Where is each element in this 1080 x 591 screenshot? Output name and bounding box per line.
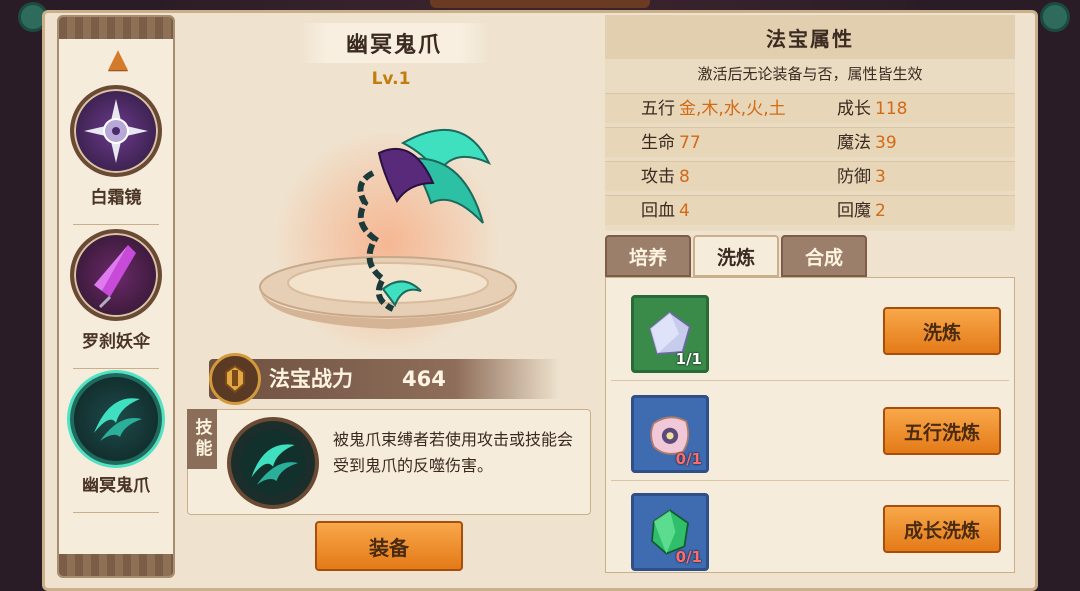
attribute-key: 回魔 xyxy=(837,201,871,221)
emerald-gem-icon[interactable]: 0/1 xyxy=(631,493,709,571)
attribute-key: 魔法 xyxy=(837,133,871,153)
chevron-up-icon[interactable]: ▲ xyxy=(99,46,137,72)
attribute-value: 77 xyxy=(679,133,701,153)
attribute-cell: 攻击 8 xyxy=(641,162,690,192)
power-value: 464 xyxy=(402,367,446,391)
treasure-title: 幽冥鬼爪 xyxy=(299,23,489,63)
attribute-key: 五行 xyxy=(641,99,675,119)
top-decoration xyxy=(430,0,650,8)
attribute-cell: 魔法 39 xyxy=(837,128,897,158)
attribute-title: 法宝属性 xyxy=(605,15,1015,59)
divider xyxy=(611,380,1009,381)
refine-row: 0/1 五行洗炼 xyxy=(605,385,1015,481)
skill-tag: 技能 xyxy=(187,409,217,469)
refine-row: 1/1 洗炼 xyxy=(605,285,1015,381)
treasure-item-luo-cha-yao-san[interactable]: 罗刹妖伞 xyxy=(59,229,173,369)
mirror-icon xyxy=(70,85,162,177)
attribute-row: 生命 77 魔法 39 xyxy=(605,127,1015,157)
attribute-key: 成长 xyxy=(837,99,871,119)
tab-refine[interactable]: 洗炼 xyxy=(693,235,779,277)
treasure-item-bai-shuang-jing[interactable]: 白霜镜 xyxy=(59,85,173,225)
attribute-row: 五行 金,木,水,火,土 成长 118 xyxy=(605,93,1015,123)
refine-button[interactable]: 洗炼 xyxy=(883,307,1001,355)
ghost-claw-weapon-icon xyxy=(357,128,492,312)
divider xyxy=(73,224,159,225)
attribute-value: 金,木,水,火,土 xyxy=(679,99,786,119)
five-elements-refine-button[interactable]: 五行洗炼 xyxy=(883,407,1001,455)
tab-cultivate[interactable]: 培养 xyxy=(605,235,691,277)
attribute-value: 2 xyxy=(875,201,886,221)
ghost-claw-icon xyxy=(70,373,162,465)
attribute-cell: 五行 金,木,水,火,土 xyxy=(641,94,786,124)
five-elements-stone-icon[interactable]: 0/1 xyxy=(631,395,709,473)
attribute-key: 回血 xyxy=(641,201,675,221)
power-label: 法宝战力 xyxy=(269,367,353,391)
item-count: 1/1 xyxy=(675,350,702,368)
attribute-value: 39 xyxy=(875,133,897,153)
refine-row: 0/1 成长洗炼 xyxy=(605,483,1015,579)
attribute-key: 生命 xyxy=(641,133,675,153)
skill-icon[interactable] xyxy=(227,417,319,509)
attribute-cell: 回血 4 xyxy=(641,196,690,226)
skill-description: 被鬼爪束缚者若使用攻击或技能会受到鬼爪的反噬伤害。 xyxy=(333,430,574,475)
attribute-value: 8 xyxy=(679,167,690,187)
level-badge: Lv.1 xyxy=(371,69,411,89)
divider xyxy=(611,480,1009,481)
item-count: 0/1 xyxy=(675,450,702,468)
treasure-item-label: 白霜镜 xyxy=(90,188,142,208)
attribute-key: 防御 xyxy=(837,167,871,187)
divider xyxy=(73,512,159,513)
corner-ornament-icon xyxy=(1040,2,1070,32)
attribute-cell: 回魔 2 xyxy=(837,196,886,226)
attribute-cell: 生命 77 xyxy=(641,128,701,158)
umbrella-icon xyxy=(70,229,162,321)
silver-crystal-icon[interactable]: 1/1 xyxy=(631,295,709,373)
treasure-item-you-ming-gui-zhua[interactable]: 幽冥鬼爪 xyxy=(59,373,173,513)
tab-bar: 培养 洗炼 合成 xyxy=(605,235,1015,277)
attribute-value: 118 xyxy=(875,99,908,119)
treasure-item-label: 罗刹妖伞 xyxy=(82,332,150,352)
treasure-item-label: 幽冥鬼爪 xyxy=(82,476,150,496)
equip-button[interactable]: 装备 xyxy=(315,521,463,571)
attribute-value: 4 xyxy=(679,201,690,221)
attribute-value: 3 xyxy=(875,167,886,187)
item-count: 0/1 xyxy=(675,548,702,566)
attribute-row: 回血 4 回魔 2 xyxy=(605,195,1015,225)
attribute-cell: 防御 3 xyxy=(837,162,886,192)
treasure-list[interactable]: ▲ 白霜镜 罗刹妖伞 幽冥鬼爪 xyxy=(57,15,175,578)
game-background: ▲ 白霜镜 罗刹妖伞 幽冥鬼爪 幽冥鬼爪 Lv.1 法宝战力 464 技能 被鬼… xyxy=(0,0,1080,591)
tab-synthesize[interactable]: 合成 xyxy=(781,235,867,277)
attribute-subtitle: 激活后无论装备与否，属性皆生效 xyxy=(697,65,923,83)
attribute-key: 攻击 xyxy=(641,167,675,187)
growth-refine-button[interactable]: 成长洗炼 xyxy=(883,505,1001,553)
power-emblem-icon xyxy=(209,353,261,405)
attribute-row: 攻击 8 防御 3 xyxy=(605,161,1015,191)
divider xyxy=(73,368,159,369)
treasure-panel: ▲ 白霜镜 罗刹妖伞 幽冥鬼爪 幽冥鬼爪 Lv.1 法宝战力 464 技能 被鬼… xyxy=(42,10,1038,591)
attribute-cell: 成长 118 xyxy=(837,94,907,124)
